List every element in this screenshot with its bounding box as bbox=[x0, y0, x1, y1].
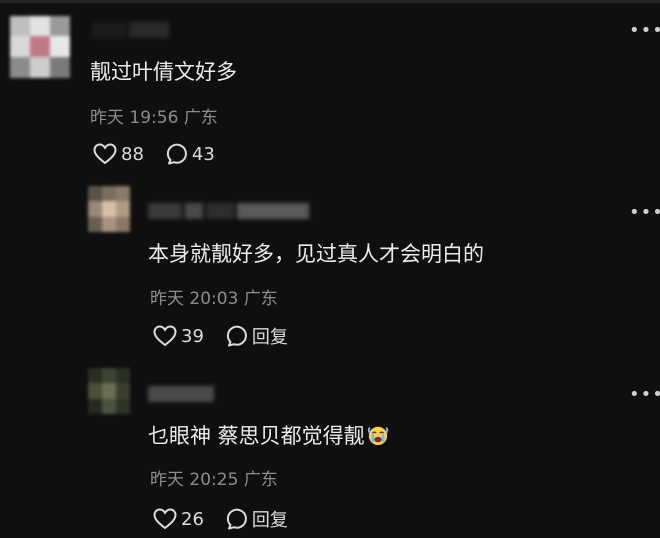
comment-bubble-icon bbox=[226, 508, 247, 530]
comment-meta: 昨天 20:25 广东 bbox=[150, 465, 278, 490]
username-blurred[interactable] bbox=[148, 386, 217, 402]
comment-bubble-icon bbox=[226, 325, 247, 347]
comment-time: 昨天 20:03 bbox=[150, 289, 239, 309]
reply-button[interactable]: 回复 bbox=[226, 506, 288, 532]
heart-icon bbox=[153, 508, 177, 530]
more-options-icon[interactable]: ••• bbox=[629, 22, 660, 40]
reply-button[interactable]: 回复 bbox=[226, 323, 288, 349]
reply-label: 回复 bbox=[251, 327, 288, 348]
comment-text-body: 乜眼神 蔡思贝都觉得靓 bbox=[148, 424, 365, 448]
comment-bubble-icon bbox=[166, 143, 187, 165]
avatar[interactable] bbox=[10, 16, 70, 78]
comment-text: 本身就靓好多，见过真人才会明白的 bbox=[148, 242, 484, 266]
avatar[interactable] bbox=[88, 368, 130, 414]
reply-count: 43 bbox=[191, 143, 215, 165]
heart-icon bbox=[93, 143, 117, 165]
avatar[interactable] bbox=[88, 186, 130, 232]
heart-icon bbox=[153, 325, 177, 347]
like-button[interactable]: 39 bbox=[153, 325, 204, 347]
username-blurred[interactable] bbox=[148, 203, 312, 219]
more-options-icon[interactable]: ••• bbox=[629, 204, 660, 222]
comment-text: 靓过叶倩文好多 bbox=[90, 60, 237, 84]
like-count: 26 bbox=[181, 508, 204, 530]
comment-actions: 26 回复 bbox=[153, 506, 310, 532]
comment-time: 昨天 20:25 bbox=[150, 470, 239, 490]
comment-actions: 39 回复 bbox=[153, 323, 310, 349]
like-button[interactable]: 26 bbox=[153, 508, 204, 530]
reply-label: 回复 bbox=[251, 510, 288, 531]
more-options-icon[interactable]: ••• bbox=[629, 386, 660, 404]
comment-location: 广东 bbox=[243, 289, 278, 309]
like-count: 39 bbox=[181, 325, 204, 347]
comment-time: 昨天 19:56 bbox=[90, 108, 179, 128]
comment-text: 乜眼神 蔡思贝都觉得靓 bbox=[148, 420, 389, 450]
reply-button[interactable]: 43 bbox=[166, 143, 215, 165]
crying-face-emoji-icon bbox=[367, 426, 388, 446]
like-count: 88 bbox=[121, 143, 144, 165]
comment-location: 广东 bbox=[183, 108, 218, 128]
comment-actions: 88 43 bbox=[93, 143, 237, 165]
comment-meta: 昨天 20:03 广东 bbox=[150, 284, 278, 309]
top-divider bbox=[0, 0, 660, 3]
username-blurred[interactable] bbox=[92, 22, 172, 38]
comment-location: 广东 bbox=[243, 470, 278, 490]
comment-meta: 昨天 19:56 广东 bbox=[90, 103, 218, 128]
like-button[interactable]: 88 bbox=[93, 143, 144, 165]
